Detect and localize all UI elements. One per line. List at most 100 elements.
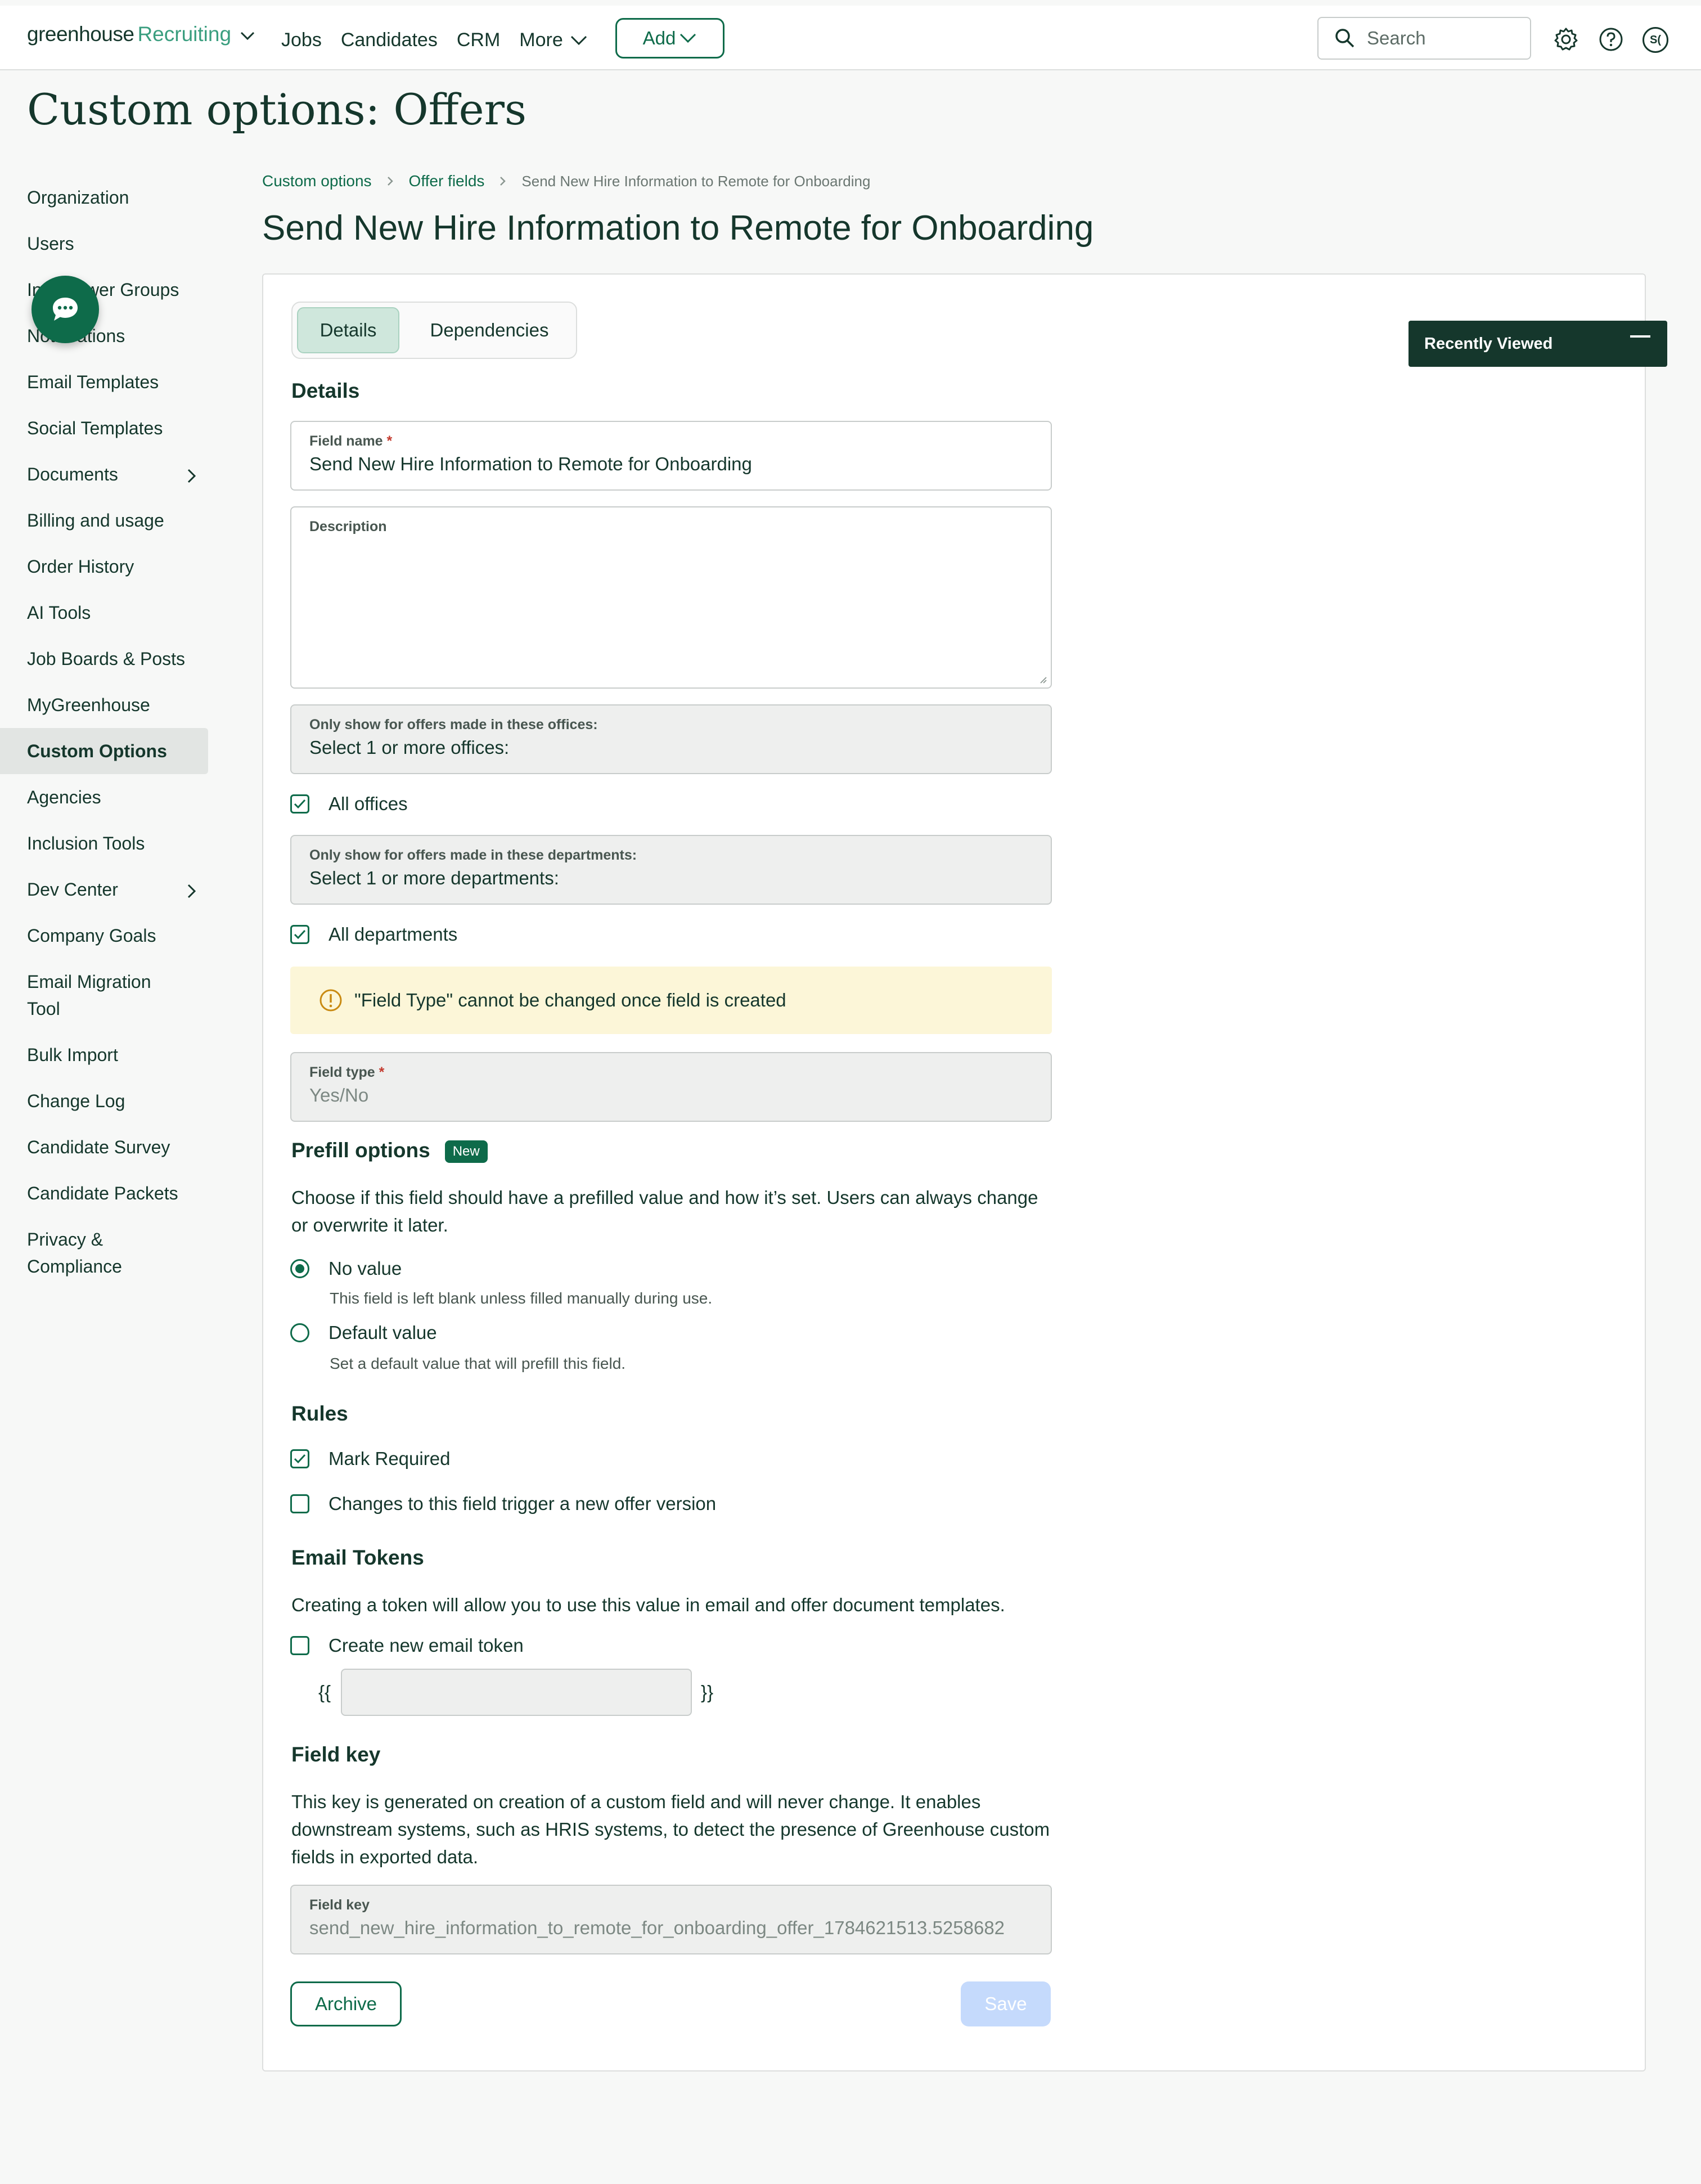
new-badge: New	[444, 1140, 488, 1163]
sidebar-item-bulk-import[interactable]: Bulk Import	[0, 1032, 208, 1078]
new-version-row[interactable]: Changes to this field trigger a new offe…	[290, 1493, 716, 1515]
field-type-select: Field type * Yes/No	[290, 1052, 1052, 1122]
tab-details[interactable]: Details	[297, 307, 399, 353]
sidebar-item-billing[interactable]: Billing and usage	[0, 497, 208, 543]
checkmark-icon	[294, 799, 306, 809]
all-offices-checkbox-row[interactable]: All offices	[290, 793, 408, 815]
help-icon[interactable]	[1599, 27, 1623, 52]
sidebar-item-label: Email Migration Tool	[27, 972, 151, 1019]
sidebar-item-agencies[interactable]: Agencies	[0, 774, 208, 820]
departments-select[interactable]: Only show for offers made in these depar…	[290, 835, 1052, 905]
avatar[interactable]: S(	[1642, 27, 1668, 53]
offices-label: Only show for offers made in these offic…	[309, 717, 598, 733]
minimize-icon[interactable]	[1630, 335, 1650, 338]
sidebar-item-change-log[interactable]: Change Log	[0, 1078, 208, 1124]
field-key-input: Field key send_new_hire_information_to_r…	[290, 1885, 1052, 1954]
departments-label: Only show for offers made in these depar…	[309, 847, 637, 863]
all-departments-label: All departments	[328, 924, 458, 945]
nav-link-more-label: More	[519, 29, 563, 51]
departments-placeholder: Select 1 or more departments:	[309, 868, 559, 888]
sidebar-item-email-migration[interactable]: Email Migration Tool	[0, 959, 208, 1032]
prefill-default-value-row[interactable]: Default value	[290, 1322, 437, 1343]
tab-dependencies[interactable]: Dependencies	[411, 307, 568, 353]
nav-link-candidates[interactable]: Candidates	[341, 29, 438, 51]
checkmark-icon	[294, 1454, 306, 1464]
all-departments-checkbox[interactable]	[290, 925, 309, 944]
no-value-label: No value	[328, 1258, 402, 1279]
sidebar-item-label: Users	[27, 233, 74, 254]
chevron-right-icon	[387, 177, 393, 186]
offices-select[interactable]: Only show for offers made in these offic…	[290, 704, 1052, 774]
default-value-radio[interactable]	[290, 1323, 309, 1342]
sidebar-item-ai-tools[interactable]: AI Tools	[0, 590, 208, 636]
sidebar-item-mygreenhouse[interactable]: MyGreenhouse	[0, 682, 208, 728]
logo[interactable]: greenhouse Recruiting	[27, 23, 256, 46]
sidebar-item-job-boards[interactable]: Job Boards & Posts	[0, 636, 208, 682]
breadcrumb-custom-options[interactable]: Custom options	[262, 172, 372, 190]
all-departments-checkbox-row[interactable]: All departments	[290, 924, 457, 945]
resize-handle-icon[interactable]	[1038, 675, 1047, 684]
search-placeholder: Search	[1367, 28, 1426, 48]
field-key-label: Field key	[309, 1897, 370, 1913]
sidebar-item-users[interactable]: Users	[0, 221, 208, 267]
create-token-label: Create new email token	[328, 1635, 524, 1656]
sidebar-item-custom-options[interactable]: Custom Options	[0, 728, 208, 774]
sidebar-item-social-templates[interactable]: Social Templates	[0, 405, 208, 451]
recently-viewed-panel[interactable]: Recently Viewed	[1408, 321, 1667, 367]
sidebar-item-privacy[interactable]: Privacy & Compliance	[0, 1216, 208, 1289]
search-input[interactable]: Search	[1317, 17, 1531, 60]
sidebar-item-dev-center[interactable]: Dev Center	[0, 866, 208, 913]
add-button-label: Add	[642, 28, 676, 48]
mark-required-checkbox[interactable]	[290, 1449, 309, 1468]
field-name-input[interactable]: Field name * Send New Hire Information t…	[290, 421, 1052, 491]
nav-link-jobs[interactable]: Jobs	[281, 29, 322, 51]
all-offices-checkbox[interactable]	[290, 794, 309, 814]
prefill-heading: Prefill options New	[291, 1139, 488, 1163]
sidebar-item-company-goals[interactable]: Company Goals	[0, 913, 208, 959]
top-navigation: greenhouse Recruiting Jobs Candidates CR…	[0, 6, 1701, 70]
create-token-checkbox[interactable]	[290, 1636, 309, 1655]
create-token-row[interactable]: Create new email token	[290, 1635, 524, 1656]
tab-group: Details Dependencies	[291, 302, 577, 359]
field-type-label-text: Field type	[309, 1064, 375, 1080]
sidebar-item-documents[interactable]: Documents	[0, 451, 208, 497]
chevron-right-icon	[500, 177, 506, 186]
prefill-no-value-row[interactable]: No value	[290, 1258, 402, 1279]
save-button[interactable]: Save	[961, 1981, 1051, 2026]
new-version-checkbox[interactable]	[290, 1494, 309, 1513]
gear-icon[interactable]	[1554, 27, 1578, 52]
breadcrumb-offer-fields[interactable]: Offer fields	[409, 172, 485, 190]
email-tokens-heading: Email Tokens	[291, 1546, 424, 1569]
sidebar-item-notifications[interactable]: Notifications	[0, 313, 208, 359]
description-textarea[interactable]: Description	[290, 506, 1052, 689]
nav-link-more[interactable]: More	[519, 29, 587, 51]
token-input-row: {{ }}	[318, 1669, 713, 1716]
no-value-radio[interactable]	[290, 1259, 309, 1278]
sidebar-item-label: Privacy & Compliance	[27, 1229, 122, 1277]
sidebar-item-label: Documents	[27, 464, 118, 484]
sidebar-item-candidate-survey[interactable]: Candidate Survey	[0, 1124, 208, 1170]
field-type-value: Yes/No	[309, 1085, 369, 1106]
chat-launcher-button[interactable]	[32, 276, 99, 343]
chevron-down-icon	[680, 33, 696, 43]
nav-link-crm[interactable]: CRM	[457, 29, 500, 51]
sidebar-item-label: Organization	[27, 187, 129, 208]
sidebar-item-label: Job Boards & Posts	[27, 649, 186, 669]
field-key-heading: Field key	[291, 1743, 381, 1766]
field-key-description: This key is generated on creation of a c…	[291, 1791, 1050, 1867]
archive-button[interactable]: Archive	[290, 1981, 402, 2026]
sidebar-item-inclusion-tools[interactable]: Inclusion Tools	[0, 820, 208, 866]
field-type-label: Field type *	[309, 1064, 384, 1081]
chat-icon	[53, 298, 78, 321]
details-heading: Details	[291, 379, 360, 402]
mark-required-row[interactable]: Mark Required	[290, 1448, 450, 1470]
checkmark-icon	[294, 929, 306, 940]
chevron-right-icon	[187, 884, 196, 898]
description-label: Description	[309, 519, 387, 534]
sidebar-item-order-history[interactable]: Order History	[0, 543, 208, 590]
sidebar-item-email-templates[interactable]: Email Templates	[0, 359, 208, 405]
sidebar-item-organization[interactable]: Organization	[0, 174, 208, 221]
add-button[interactable]: Add	[615, 18, 724, 59]
sidebar-item-candidate-packets[interactable]: Candidate Packets	[0, 1170, 208, 1216]
sidebar-item-label: Bulk Import	[27, 1045, 118, 1065]
